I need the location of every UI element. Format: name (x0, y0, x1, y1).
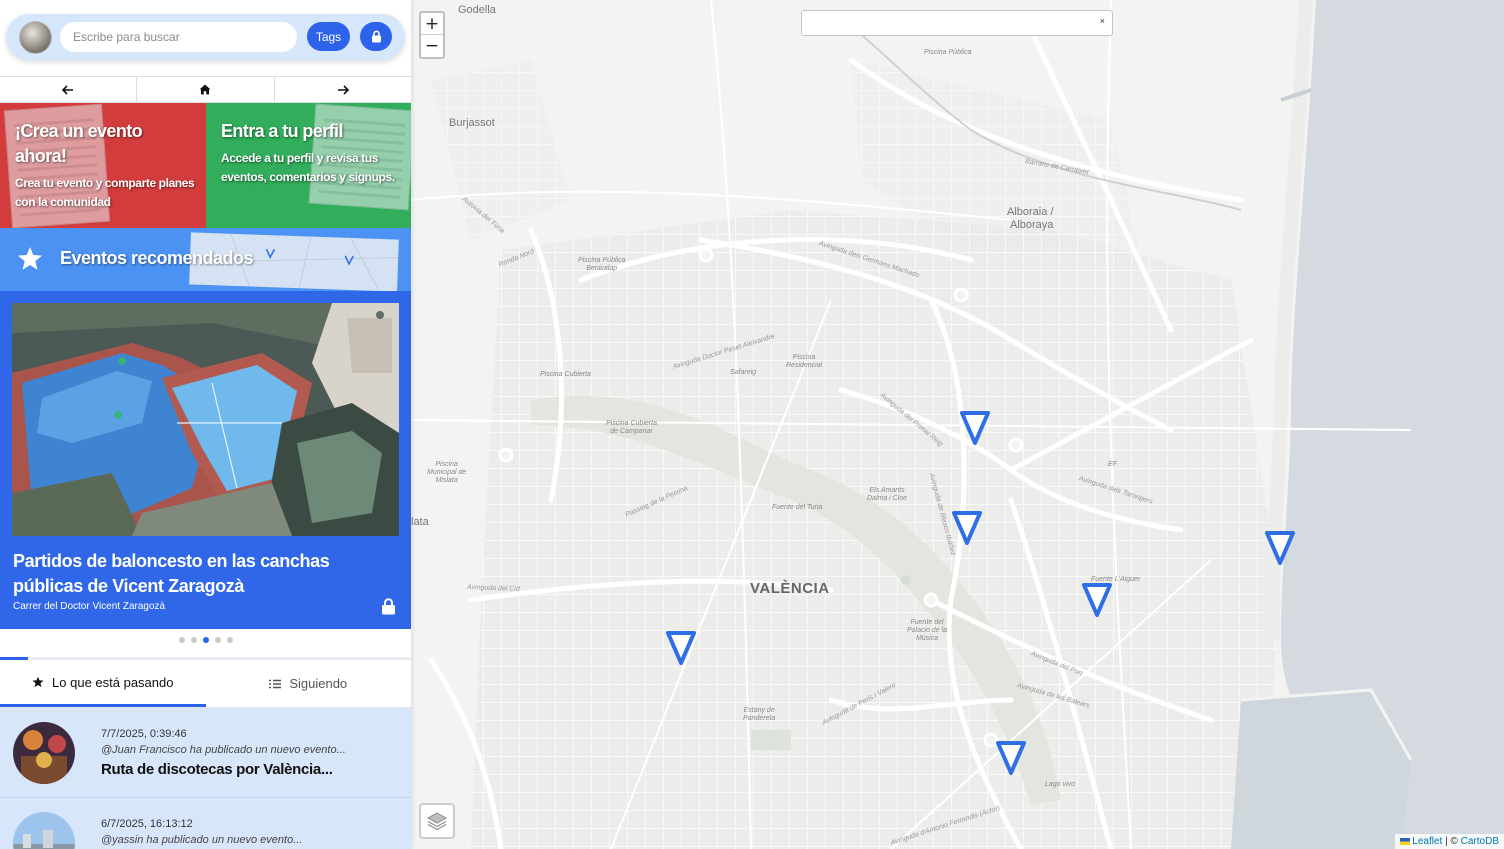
basemap[interactable] (411, 0, 1504, 849)
label-alboraia: Alboraia / (1007, 206, 1054, 218)
featured-event-address: Carrer del Doctor Vicent Zaragozà (13, 601, 166, 612)
ukraine-flag-icon (1400, 837, 1411, 845)
label-fuente-turia: Fuente del Turia (772, 504, 823, 511)
lock-icon (382, 598, 395, 615)
profile-card-text: Accede a tu perfil y revisa tus eventos,… (221, 151, 395, 184)
search-bar: Tags (6, 14, 405, 60)
carousel-dot[interactable] (190, 637, 197, 643)
map-search-box[interactable]: × (801, 10, 1113, 36)
label-piscina-campanar: Piscina Cubierta de Campanar (606, 420, 657, 435)
leaflet-link[interactable]: Leaflet (1412, 836, 1442, 847)
tab-lo-que-esta-pasando[interactable]: Lo que está pasando (0, 660, 206, 707)
label-burjassot: Burjassot (449, 117, 495, 129)
home-button[interactable] (137, 77, 275, 102)
create-event-card[interactable]: ¡Crea un evento ahora! Crea tu evento y … (0, 103, 206, 228)
event-marker[interactable] (665, 630, 697, 666)
label-piscina-residencial: Piscina Residencial (786, 354, 823, 369)
label-valencia: VALÈNCIA (750, 580, 830, 597)
navigation-row (0, 76, 411, 103)
event-marker[interactable] (959, 410, 991, 446)
layers-icon (426, 812, 448, 831)
carousel-pagination (0, 637, 411, 649)
search-input[interactable] (60, 22, 297, 52)
cartodb-link[interactable]: CartoDB (1461, 836, 1499, 847)
feed-timestamp: 6/7/2025, 16:13:12 (101, 818, 193, 830)
label-els-amants: Els Amants Dalma i Cloe (867, 487, 908, 502)
label-lago-vivo: Lago vivo (1045, 781, 1075, 788)
featured-event-card[interactable]: Partidos de baloncesto en las canchas pú… (0, 291, 411, 629)
event-marker[interactable] (951, 510, 983, 546)
label-estany: Estany de Pandereta (743, 707, 776, 722)
map-attribution: Leaflet | © CartoDB (1395, 834, 1504, 849)
label-ef: EF (1108, 461, 1117, 468)
profile-card-title: Entra a tu perfil (221, 121, 343, 141)
tags-button[interactable]: Tags (307, 22, 350, 51)
list-icon (269, 679, 282, 688)
feed-avatar (13, 722, 75, 784)
tab-siguiendo[interactable]: Siguiendo (206, 660, 412, 707)
activity-feed: 7/7/2025, 0:39:46 @Juan Francisco ha pub… (0, 708, 411, 849)
forward-button[interactable] (274, 77, 411, 102)
feed-item[interactable]: 7/7/2025, 0:39:46 @Juan Francisco ha pub… (0, 708, 411, 798)
feed-tabs: Lo que está pasando Siguiendo (0, 660, 411, 708)
back-button[interactable] (0, 77, 138, 102)
tab-label: Siguiendo (289, 676, 348, 691)
feed-timestamp: 7/7/2025, 0:39:46 (101, 728, 187, 740)
event-photo (12, 303, 399, 536)
feed-byline: @Juan Francisco ha publicado un nuevo ev… (101, 744, 346, 756)
carousel-dot-active[interactable] (202, 637, 209, 643)
feed-title: Ruta de discotecas por València... (101, 761, 333, 778)
private-filter-button[interactable] (360, 22, 392, 51)
home-icon (199, 84, 211, 95)
carousel-dot[interactable] (226, 637, 233, 643)
carousel-dot[interactable] (178, 637, 185, 643)
feed-avatar (13, 812, 75, 849)
user-avatar[interactable] (19, 21, 52, 54)
event-marker[interactable] (995, 740, 1027, 776)
clear-search-button[interactable]: × (1100, 16, 1105, 26)
label-piscina-publica: Piscina Pública (924, 49, 972, 56)
label-safareig: Safareig (730, 369, 757, 376)
action-cards: ¡Crea un evento ahora! Crea tu evento y … (0, 103, 411, 228)
featured-event-title: Partidos de baloncesto en las canchas pú… (13, 551, 330, 596)
arrow-right-icon (337, 84, 349, 95)
zoom-in-button[interactable]: + (421, 13, 443, 35)
star-icon (18, 247, 42, 270)
feed-byline: @yassin ha publicado un nuevo evento... (101, 834, 303, 846)
zoom-out-button[interactable]: − (421, 35, 443, 57)
label-alboraya: Alboraya (1010, 219, 1054, 231)
zoom-control: + − (419, 11, 445, 59)
label-godella: Godella (458, 4, 496, 16)
lock-icon (371, 30, 381, 43)
tab-label: Lo que está pasando (52, 674, 174, 690)
carousel-dot[interactable] (214, 637, 221, 643)
recommended-events-banner: Eventos recomendados (0, 228, 411, 291)
event-marker[interactable] (1081, 582, 1113, 618)
sidebar: Tags ¡Crea un evento ahora! Crea tu even… (0, 0, 411, 849)
label-piscina-mislata: Piscina Municipal de Mislata (427, 461, 467, 484)
label-mislata-partial: lata (411, 516, 429, 528)
label-fuente-palau: Fuente del Palacio de la Música (907, 619, 948, 642)
attribution-separator: | © (1442, 836, 1461, 847)
layers-button[interactable] (419, 803, 455, 839)
create-event-text: Crea tu evento y comparte planes con la … (15, 176, 195, 209)
label-piscina-cubierta: Piscina Cubierta (540, 371, 591, 378)
event-marker[interactable] (1264, 530, 1296, 566)
feed-item[interactable]: 6/7/2025, 16:13:12 @yassin ha publicado … (0, 798, 411, 849)
recommended-events-title: Eventos recomendados (60, 248, 254, 268)
create-event-title: ¡Crea un evento ahora! (15, 121, 143, 166)
profile-card[interactable]: Entra a tu perfil Accede a tu perfil y r… (206, 103, 411, 228)
star-icon (32, 676, 44, 688)
arrow-left-icon (62, 84, 74, 95)
map[interactable]: Godella Burjassot Alboraia / Alboraya VA… (411, 0, 1504, 849)
label-piscina-benicalap: Piscina Pública Benicalap (578, 257, 626, 272)
